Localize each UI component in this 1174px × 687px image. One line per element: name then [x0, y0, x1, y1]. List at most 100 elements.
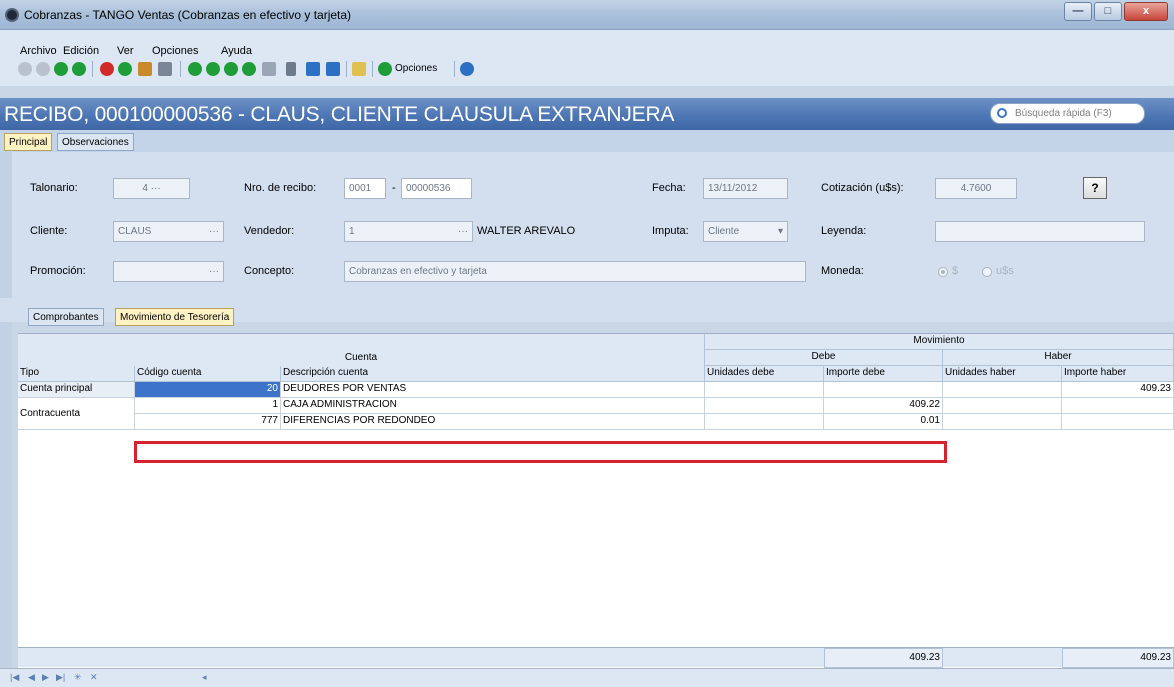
- last-icon[interactable]: [242, 62, 256, 76]
- toolbar-separator: [346, 61, 347, 77]
- menu-ver[interactable]: Ver: [117, 45, 134, 57]
- cliente-field[interactable]: CLAUS ···: [113, 221, 224, 242]
- row1-importe-haber[interactable]: 409.23: [1062, 382, 1174, 398]
- row1-unidades-haber[interactable]: [943, 382, 1062, 398]
- last-record-icon[interactable]: ▶|: [56, 672, 65, 683]
- column-importe-haber[interactable]: Importe haber: [1062, 366, 1174, 382]
- scroll-left-icon[interactable]: ◂: [202, 672, 207, 683]
- nro-recibo-part1-field[interactable]: 0001: [344, 178, 386, 199]
- moneda-peso-radio[interactable]: [938, 267, 948, 277]
- moneda-usd-radio[interactable]: [982, 267, 992, 277]
- add-icon[interactable]: [54, 62, 68, 76]
- row1-importe-debe[interactable]: [824, 382, 943, 398]
- menu-archivo[interactable]: Archivo: [20, 45, 57, 57]
- options-button[interactable]: Opciones: [395, 63, 437, 74]
- next-icon[interactable]: [224, 62, 238, 76]
- total-importe-debe: 409.23: [824, 648, 943, 668]
- row2-descripcion[interactable]: CAJA ADMINISTRACION: [281, 398, 705, 414]
- previous-record-icon[interactable]: ◀: [28, 672, 35, 683]
- disabled-icon[interactable]: [36, 62, 50, 76]
- menu-ayuda[interactable]: Ayuda: [221, 45, 252, 57]
- header-haber-group: Haber: [943, 350, 1174, 366]
- help-icon[interactable]: [460, 62, 474, 76]
- concepto-field[interactable]: Cobranzas en efectivo y tarjeta: [344, 261, 806, 282]
- disabled-icon[interactable]: [18, 62, 32, 76]
- delete-icon[interactable]: [100, 62, 114, 76]
- clipboard-icon[interactable]: [352, 62, 366, 76]
- column-importe-debe[interactable]: Importe debe: [824, 366, 943, 382]
- cotizacion-field[interactable]: 4.7600: [935, 178, 1017, 199]
- fecha-field[interactable]: 13/11/2012: [703, 178, 788, 199]
- main-tabs: Principal Observaciones: [0, 130, 1174, 152]
- page-title: RECIBO, 000100000536 - CLAUS, CLIENTE CL…: [4, 103, 675, 126]
- people-icon[interactable]: [138, 62, 152, 76]
- quick-search-input[interactable]: Búsqueda rápida (F3): [990, 103, 1145, 124]
- tab-observaciones[interactable]: Observaciones: [57, 133, 134, 151]
- tab-movimiento-tesoreria[interactable]: Movimiento de Tesorería: [115, 308, 235, 326]
- options-icon[interactable]: [378, 62, 392, 76]
- row1-descripcion[interactable]: DEUDORES POR VENTAS: [281, 382, 705, 398]
- row1-codigo[interactable]: 20: [135, 382, 281, 398]
- imputa-select[interactable]: Cliente ▾: [703, 221, 788, 242]
- talonario-field[interactable]: 4 ···: [113, 178, 190, 199]
- tab-comprobantes[interactable]: Comprobantes: [28, 308, 104, 326]
- imputa-value: Cliente: [708, 226, 740, 237]
- search-icon: [997, 108, 1007, 118]
- column-descripcion-cuenta[interactable]: Descripción cuenta: [281, 366, 705, 382]
- row3-unidades-debe[interactable]: [705, 414, 824, 430]
- leyenda-label: Leyenda:: [821, 225, 867, 237]
- leyenda-field[interactable]: [935, 221, 1145, 242]
- menu-opciones[interactable]: Opciones: [152, 45, 198, 57]
- row3-codigo[interactable]: 777: [135, 414, 281, 430]
- row3-importe-haber[interactable]: [1062, 414, 1174, 430]
- minimize-button[interactable]: —: [1064, 2, 1092, 21]
- print-icon[interactable]: [158, 62, 172, 76]
- row2-tipo[interactable]: Contracuenta: [18, 398, 135, 430]
- help-button[interactable]: ?: [1083, 177, 1107, 199]
- menu-edicion[interactable]: Edición: [63, 45, 99, 57]
- up-icon[interactable]: [118, 62, 132, 76]
- star-icon[interactable]: [306, 62, 320, 76]
- sort-icon[interactable]: [326, 62, 340, 76]
- vendedor-field[interactable]: 1 ···: [344, 221, 473, 242]
- left-rail: [0, 152, 12, 668]
- maximize-button[interactable]: □: [1094, 2, 1122, 21]
- filter-icon[interactable]: [286, 62, 296, 76]
- toolbar-separator: [454, 61, 455, 77]
- column-tipo[interactable]: Tipo: [18, 366, 135, 382]
- row2-importe-haber[interactable]: [1062, 398, 1174, 414]
- close-button[interactable]: x: [1124, 2, 1168, 21]
- row1-tipo[interactable]: Cuenta principal: [18, 382, 135, 398]
- promocion-label: Promoción:: [30, 265, 86, 277]
- first-icon[interactable]: [188, 62, 202, 76]
- highlight-rectangle: [134, 441, 947, 463]
- movements-grid: Cuenta Movimiento Debe Haber Tipo Código…: [18, 333, 1174, 671]
- row3-descripcion[interactable]: DIFERENCIAS POR REDONDEO: [281, 414, 705, 430]
- row3-unidades-haber[interactable]: [943, 414, 1062, 430]
- column-unidades-debe[interactable]: Unidades debe: [705, 366, 824, 382]
- cancel-record-icon[interactable]: ✕: [90, 672, 98, 683]
- column-unidades-haber[interactable]: Unidades haber: [943, 366, 1062, 382]
- form-panel: Talonario: 4 ··· Nro. de recibo: 0001 - …: [12, 152, 1174, 298]
- next-record-icon[interactable]: ▶: [42, 672, 49, 683]
- row3-importe-debe[interactable]: 0.01: [824, 414, 943, 430]
- concepto-label: Concepto:: [244, 265, 295, 277]
- totals-row: 409.23 409.23: [18, 647, 1174, 668]
- row2-codigo[interactable]: 1: [135, 398, 281, 414]
- vendedor-label: Vendedor:: [244, 225, 295, 237]
- promocion-field[interactable]: ···: [113, 261, 224, 282]
- row2-importe-debe[interactable]: 409.22: [824, 398, 943, 414]
- nro-recibo-part2-field[interactable]: 00000536: [401, 178, 472, 199]
- first-record-icon[interactable]: |◀: [10, 672, 19, 683]
- column-codigo-cuenta[interactable]: Código cuenta: [135, 366, 281, 382]
- previous-icon[interactable]: [206, 62, 220, 76]
- columns-icon[interactable]: [262, 62, 276, 76]
- toolbar-separator: [372, 61, 373, 77]
- edit-icon[interactable]: [72, 62, 86, 76]
- add-record-icon[interactable]: ✳: [74, 672, 82, 683]
- tab-principal[interactable]: Principal: [4, 133, 53, 151]
- row1-unidades-debe[interactable]: [705, 382, 824, 398]
- row2-unidades-debe[interactable]: [705, 398, 824, 414]
- row2-unidades-haber[interactable]: [943, 398, 1062, 414]
- dash-separator: -: [392, 182, 396, 194]
